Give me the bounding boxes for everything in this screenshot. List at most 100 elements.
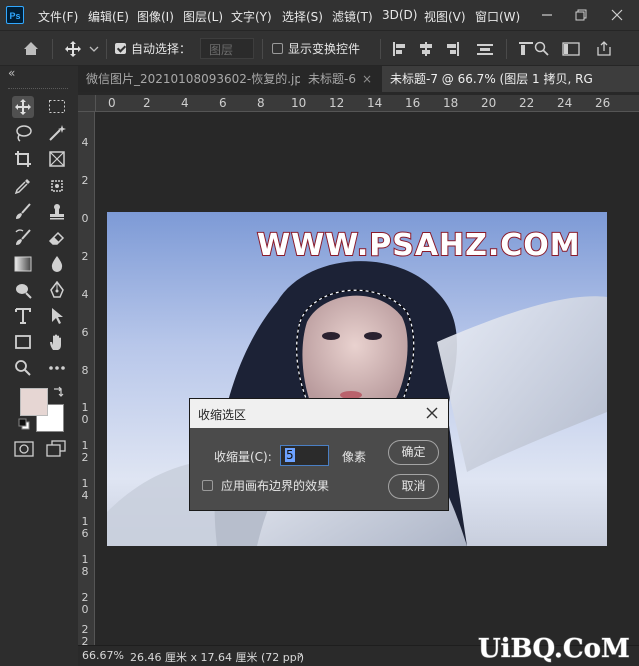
zoom-icon [15, 360, 31, 376]
eraser-tool[interactable] [46, 227, 68, 249]
distribute-icon[interactable] [476, 41, 494, 57]
swap-colors-icon[interactable] [52, 386, 64, 398]
show-transform-checkbox[interactable] [272, 43, 283, 54]
brush-tool[interactable] [12, 201, 34, 223]
photoshop-logo: Ps [6, 6, 24, 24]
vertical-ruler[interactable]: 4 2 0 2 4 6 8 10 12 14 16 18 20 22 [78, 112, 95, 648]
menu-3d[interactable]: 3D(D) [382, 8, 417, 22]
eyedropper-icon [14, 179, 30, 195]
crop-tool[interactable] [12, 148, 34, 170]
blur-tool[interactable] [46, 253, 68, 275]
move-tool-icon[interactable] [64, 40, 82, 58]
ruler-tick-label: 8 [81, 364, 89, 377]
tab-document-2[interactable]: 未标题-6 × [300, 66, 382, 92]
ellipsis-icon [49, 366, 65, 370]
stamp-tool[interactable] [46, 201, 68, 223]
pen-tool[interactable] [46, 279, 68, 301]
move-icon [15, 99, 31, 115]
tools-panel: « [0, 66, 78, 666]
more-tools[interactable] [46, 357, 68, 379]
menu-file[interactable]: 文件(F) [38, 8, 78, 25]
ruler-tick-label: 14 [367, 96, 383, 110]
close-tab-icon[interactable]: × [362, 72, 372, 86]
chevron-down-icon[interactable] [89, 45, 99, 53]
pen-icon [50, 281, 64, 298]
ruler-tick-label: 24 [557, 96, 573, 110]
align-top-icon[interactable] [518, 41, 534, 57]
dodge-tool[interactable] [12, 279, 34, 301]
ruler-tick-label: 14 [81, 477, 89, 502]
quick-mask-icon[interactable] [14, 440, 34, 458]
close-icon[interactable] [426, 407, 438, 419]
foreground-color-swatch[interactable] [20, 388, 48, 416]
cancel-button[interactable]: 取消 [388, 474, 439, 499]
crop-icon [15, 151, 31, 167]
path-selection-tool[interactable] [46, 305, 68, 327]
menu-select[interactable]: 选择(S) [282, 8, 323, 25]
collapse-panel-icon[interactable]: « [8, 66, 15, 80]
ruler-tick-label: 20 [81, 591, 89, 616]
rect-marquee-icon [49, 100, 65, 113]
zoom-level[interactable]: 66.67% [82, 649, 124, 662]
home-icon[interactable] [22, 40, 40, 57]
dialog-titlebar[interactable]: 收缩选区 [190, 399, 448, 428]
move-tool[interactable] [12, 96, 34, 118]
status-menu-arrow[interactable]: › [298, 648, 303, 662]
ruler-tick-label: 18 [81, 553, 89, 578]
align-left-icon[interactable] [392, 41, 408, 57]
ruler-tick-label: 6 [81, 326, 89, 339]
restore-icon[interactable] [574, 8, 588, 22]
menu-filter[interactable]: 滤镜(T) [332, 8, 373, 25]
zoom-tool[interactable] [12, 357, 34, 379]
healing-tool[interactable] [46, 175, 68, 197]
frame-icon [49, 151, 65, 167]
lasso-tool[interactable] [12, 122, 34, 144]
screen-mode-icon[interactable] [46, 440, 66, 458]
default-colors-icon[interactable] [18, 418, 30, 430]
ruler-tick-label: 2 [81, 250, 89, 263]
frame-tool[interactable] [46, 148, 68, 170]
magic-wand-tool[interactable] [46, 122, 68, 144]
align-right-icon[interactable] [444, 41, 460, 57]
gradient-tool[interactable] [12, 253, 34, 275]
options-bar: 自动选择： 图层 显示变换控件 [0, 30, 639, 66]
tab-document-1[interactable]: 微信图片_20210108093602-恢复的.jpg [78, 66, 300, 92]
menu-window[interactable]: 窗口(W) [475, 8, 520, 25]
hand-tool[interactable] [46, 331, 68, 353]
eyedropper-tool[interactable] [12, 175, 34, 197]
menu-view[interactable]: 视图(V) [424, 8, 466, 25]
menu-image[interactable]: 图像(I) [137, 8, 174, 25]
contract-amount-label: 收缩量(C): [214, 450, 272, 464]
menu-layer[interactable]: 图层(L) [183, 8, 223, 25]
history-brush-tool[interactable] [12, 227, 34, 249]
auto-select-target-dropdown[interactable]: 图层 [200, 38, 254, 59]
close-window-icon[interactable] [610, 8, 624, 22]
minimize-icon[interactable] [540, 8, 554, 22]
align-center-icon[interactable] [418, 41, 434, 57]
horizontal-ruler[interactable]: 0 2 4 6 8 10 12 14 16 18 20 22 24 26 [96, 95, 639, 112]
ok-button[interactable]: 确定 [388, 440, 439, 465]
ruler-tick-label: 12 [81, 439, 89, 464]
ruler-tick-label: 10 [81, 401, 89, 426]
clone-stamp-icon [50, 204, 64, 220]
menu-type[interactable]: 文字(Y) [231, 8, 272, 25]
contract-amount-input[interactable]: 5 [280, 445, 329, 466]
rectangle-tool[interactable] [12, 331, 34, 353]
apply-canvas-bounds-label: 应用画布边界的效果 [221, 479, 330, 493]
tab-document-3[interactable]: 未标题-7 @ 66.7% (图层 1 拷贝, RG [382, 66, 639, 92]
ruler-tick-label: 4 [181, 96, 189, 110]
type-tool[interactable] [12, 305, 34, 327]
workspace-icon[interactable] [562, 41, 580, 57]
search-icon[interactable] [534, 41, 550, 57]
share-icon[interactable] [596, 41, 614, 57]
lasso-icon [16, 125, 32, 142]
document-tabs: 微信图片_20210108093602-恢复的.jpg 未标题-6 × 未标题-7… [78, 66, 639, 92]
auto-select-checkbox[interactable] [115, 43, 126, 54]
marquee-tool[interactable] [46, 96, 68, 118]
contract-selection-dialog: 收缩选区 收缩量(C): 5 像素 应用画布边界的效果 确定 取消 [189, 398, 449, 511]
apply-canvas-bounds-checkbox[interactable] [202, 480, 213, 491]
menu-edit[interactable]: 编辑(E) [88, 8, 129, 25]
ruler-tick-label: 2 [81, 174, 89, 187]
status-bar: 66.67% 26.46 厘米 x 17.64 厘米 (72 ppi) › Ui… [78, 634, 639, 666]
ruler-tick-label: 12 [329, 96, 345, 110]
